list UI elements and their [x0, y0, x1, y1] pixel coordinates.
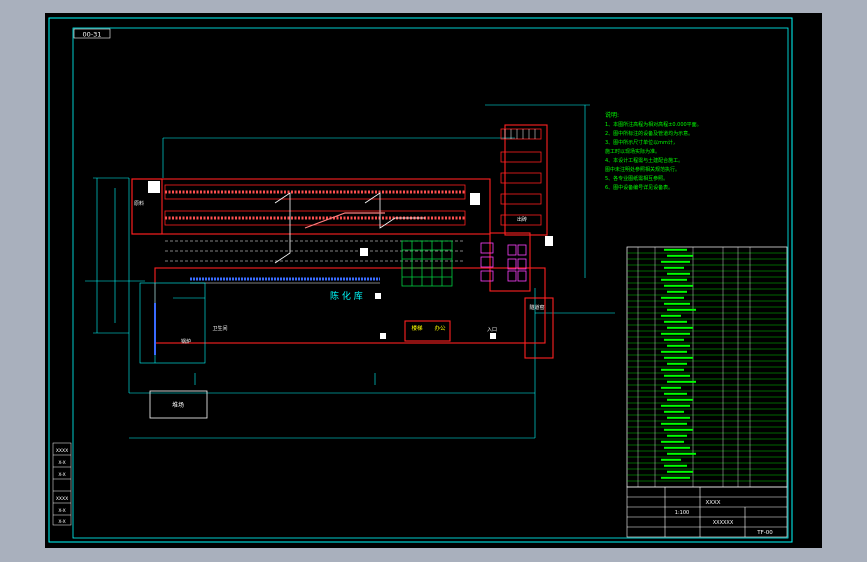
table-cell-text-mark: [667, 416, 690, 419]
title-scale: 1:100: [675, 510, 689, 516]
label-yard: 堆场: [172, 401, 184, 409]
title-sheet-no: TF-00: [756, 530, 773, 536]
table-cell-text-mark: [667, 254, 693, 257]
table-cell-text-mark: [664, 266, 684, 269]
table-cell-text-mark: [667, 452, 696, 455]
table-cell-text-mark: [667, 398, 693, 401]
table-cell-text-mark: [661, 440, 684, 443]
label-boiler: 锅炉: [181, 338, 191, 345]
table-cell-text-mark: [667, 290, 687, 293]
note-6: 图中未注明处参照相关规范执行。: [605, 166, 680, 173]
rack-hatching: [504, 129, 536, 139]
margin-label-1: XXXX: [56, 448, 68, 454]
table-cell-text-mark: [667, 380, 696, 383]
margin-label-3: X-X: [58, 472, 65, 478]
finished-brick-racks: [500, 128, 542, 226]
table-cell-text-mark: [667, 344, 690, 347]
table-cell-text-mark: [667, 326, 693, 329]
dimension-lines: [85, 104, 615, 439]
label-raw-material: 原料: [134, 200, 144, 207]
fixtures: [148, 181, 553, 339]
table-cell-text-mark: [664, 446, 690, 449]
building-walls: [131, 124, 554, 359]
table-cell-text-mark: [664, 302, 690, 305]
table-cell-text-mark: [661, 476, 690, 479]
note-5: 4、本设计工程需与土建配合施工。: [605, 157, 683, 164]
corner-code: 00-31: [83, 31, 102, 39]
brick-stacks: [480, 242, 527, 282]
table-cell-text-mark: [661, 260, 690, 263]
drawing-sheet: 00-31 XXXX X-X X-X XXXX X-X X-X 陈 化 库 堆场…: [45, 13, 822, 548]
table-cell-text-mark: [661, 458, 681, 461]
table-cell-text-mark: [664, 410, 684, 413]
table-cell-text-mark: [664, 356, 693, 359]
table-cell-text-mark: [661, 314, 681, 317]
margin-label-4: XXXX: [56, 496, 68, 502]
factory-layout-drawing: 00-31 XXXX X-X X-X XXXX X-X X-X 陈 化 库 堆场…: [48, 17, 793, 543]
table-cell-text-mark: [664, 392, 687, 395]
label-stair: 楼梯: [411, 324, 423, 332]
table-cell-text-mark: [661, 350, 687, 353]
table-cell-text-mark: [664, 338, 684, 341]
table-cell-text-mark: [661, 296, 684, 299]
table-cell-text-mark: [661, 368, 684, 371]
note-2: 2、图中所标注的设备及管道均为示意。: [605, 130, 693, 137]
label-toilet: 卫生间: [212, 325, 227, 332]
table-cell-text-mark: [667, 272, 690, 275]
note-8: 6、图中设备编号详见设备表。: [605, 184, 673, 191]
drying-chamber-grid: [401, 240, 453, 287]
table-cell-text-mark: [661, 422, 687, 425]
note-7: 5、各专业图纸需相互参照。: [605, 175, 668, 182]
table-cell-text-mark: [661, 386, 681, 389]
table-cell-text-mark: [661, 278, 687, 281]
table-cell-text-mark: [667, 308, 696, 311]
table-cell-text-mark: [664, 464, 687, 467]
table-cell-text-mark: [661, 332, 690, 335]
note-4: 施工时以现场实际为准。: [605, 148, 660, 155]
table-cell-text-mark: [667, 362, 687, 365]
label-aging-room: 陈 化 库: [330, 290, 363, 302]
label-kiln: 隧道窑: [529, 304, 544, 311]
table-cell-text-mark: [664, 374, 690, 377]
table-cell-text-mark: [664, 320, 687, 323]
kiln-tracks: [164, 184, 466, 264]
table-cell-text-mark: [664, 248, 687, 251]
left-annex: [139, 282, 206, 364]
margin-label-2: X-X: [58, 460, 65, 466]
label-entrance: 入口: [487, 327, 497, 333]
equipment-table: [626, 246, 788, 488]
table-cell-text-mark: [667, 434, 687, 437]
title-drawing-name: XXXXXX: [713, 520, 734, 526]
notes-title: 说明:: [605, 111, 619, 119]
label-office: 办公: [434, 324, 446, 332]
table-cell-text-mark: [661, 404, 690, 407]
title-project: XXXX: [705, 500, 720, 506]
margin-label-6: X-X: [58, 519, 65, 525]
note-1: 1、本图所注高程为相对高程±0.000平面。: [605, 121, 702, 128]
table-cell-text-mark: [664, 428, 693, 431]
table-cell-text-mark: [667, 470, 693, 473]
note-3: 3、图中所示尺寸单位以mm计，: [605, 139, 678, 146]
table-cell-text-mark: [664, 284, 693, 287]
label-brick-loading: 出砖: [517, 216, 527, 223]
margin-label-5: X-X: [58, 508, 65, 514]
